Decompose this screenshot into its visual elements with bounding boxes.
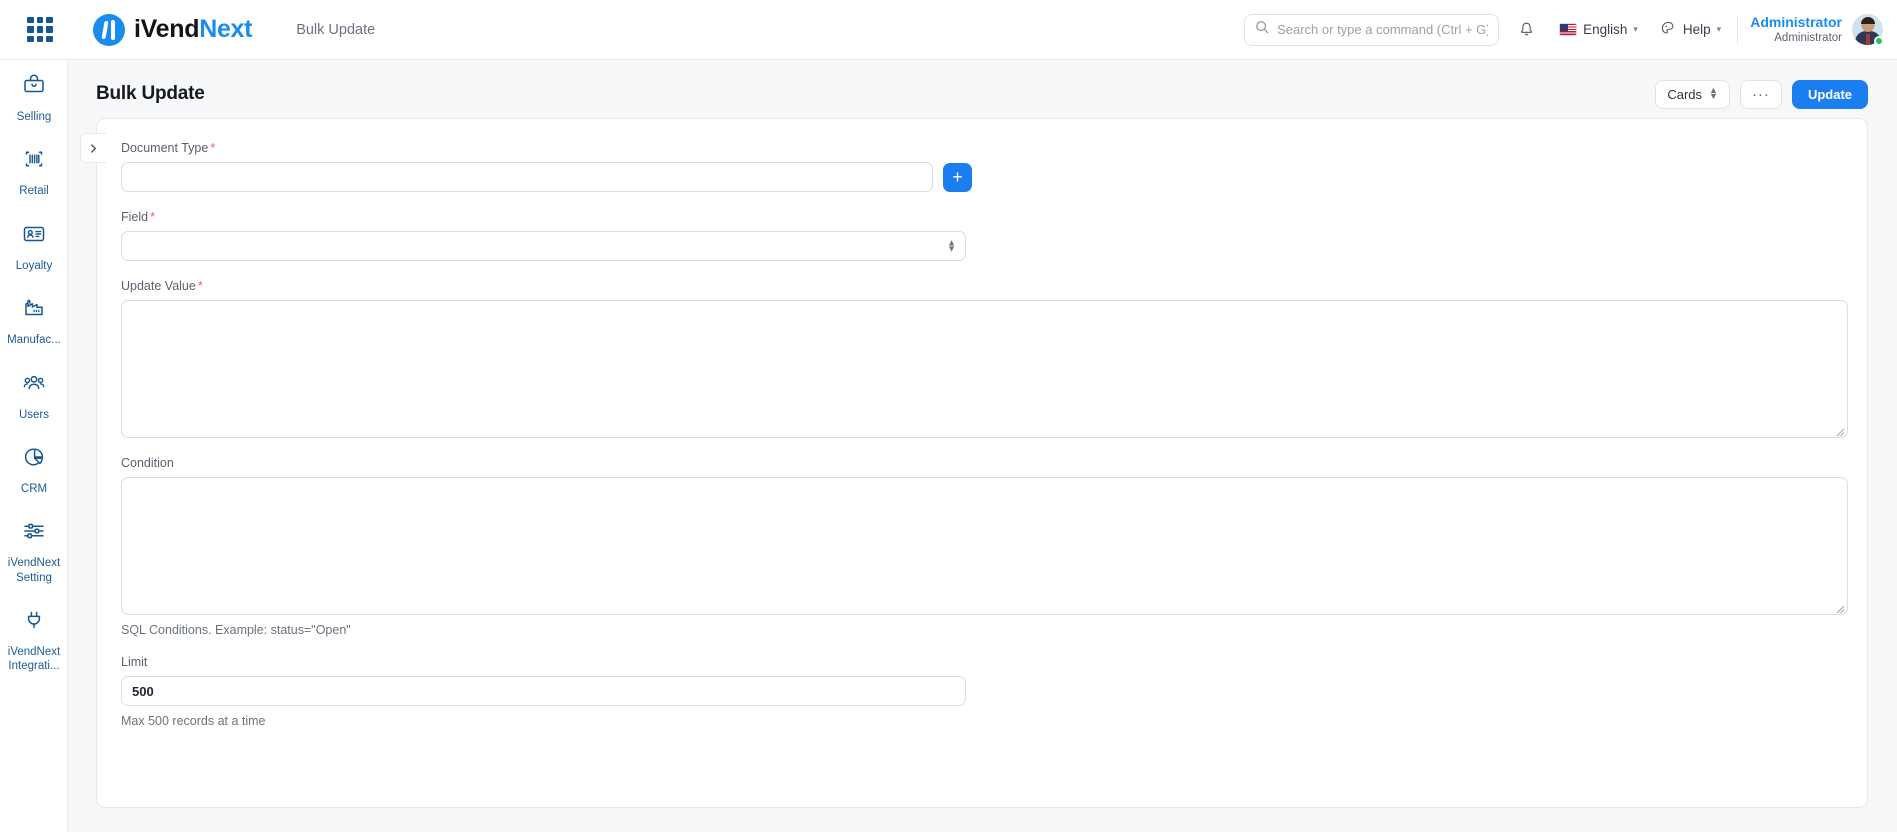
view-mode-button[interactable]: Cards ▲▼ bbox=[1655, 80, 1730, 109]
navbar-divider bbox=[1737, 16, 1738, 44]
more-menu-button[interactable]: ··· bbox=[1740, 80, 1782, 109]
top-navbar: iVendNext Bulk Update English bbox=[0, 0, 1897, 60]
update-value-field-group: Update Value* bbox=[121, 279, 1843, 438]
search-input[interactable] bbox=[1277, 22, 1488, 37]
page-actions: Cards ▲▼ ··· Update bbox=[1655, 80, 1868, 109]
sidebar-item-selling[interactable]: Selling bbox=[0, 60, 68, 134]
limit-field-group: Limit Max 500 records at a time bbox=[121, 655, 1843, 728]
language-selector[interactable]: English ▾ bbox=[1553, 17, 1644, 42]
chevron-down-icon: ▾ bbox=[1717, 24, 1722, 35]
id-card-icon bbox=[21, 221, 47, 252]
sidebar-item-users[interactable]: Users bbox=[0, 358, 68, 432]
add-document-type-button[interactable]: + bbox=[943, 163, 972, 192]
field-field-group: Field* ▲▼ bbox=[121, 210, 1843, 261]
document-type-field-group: Document Type* + bbox=[121, 141, 1843, 192]
stepper-icon: ▲▼ bbox=[1709, 88, 1718, 99]
document-type-input[interactable] bbox=[121, 162, 933, 192]
avatar[interactable] bbox=[1852, 14, 1883, 45]
sidebar-item-manufacturing[interactable]: Manufac... bbox=[0, 283, 68, 357]
sidebar-item-label: iVendNext Integrati... bbox=[8, 645, 60, 674]
search-box[interactable] bbox=[1244, 14, 1499, 46]
required-marker: * bbox=[198, 279, 203, 293]
barcode-icon bbox=[21, 146, 47, 177]
users-group-icon bbox=[21, 370, 47, 401]
plug-icon bbox=[21, 607, 47, 638]
brand-text-part2: Next bbox=[199, 15, 252, 43]
us-flag-icon bbox=[1559, 23, 1577, 36]
left-sidebar: Selling Retail bbox=[0, 60, 68, 832]
condition-wrapper bbox=[121, 477, 1848, 615]
page-title: Bulk Update bbox=[96, 83, 205, 105]
user-names: Administrator Administrator bbox=[1750, 14, 1842, 46]
field-select[interactable] bbox=[121, 231, 966, 261]
page-header: Bulk Update Cards ▲▼ ··· Update bbox=[68, 70, 1897, 118]
ivendnext-logo-icon bbox=[93, 14, 125, 46]
sidebar-item-label: iVendNext Setting bbox=[8, 556, 60, 585]
chevron-right-icon bbox=[88, 143, 99, 154]
field-label-text: Field bbox=[121, 210, 148, 224]
update-value-wrapper bbox=[121, 300, 1848, 438]
update-value-textarea[interactable] bbox=[121, 300, 1848, 438]
condition-hint: SQL Conditions. Example: status="Open" bbox=[121, 623, 1843, 637]
user-role: Administrator bbox=[1750, 31, 1842, 45]
required-marker: * bbox=[150, 210, 155, 224]
sidebar-item-label: Selling bbox=[17, 110, 52, 124]
sidebar-item-ivendnext-setting[interactable]: iVendNext Setting bbox=[0, 506, 68, 595]
limit-label: Limit bbox=[121, 655, 1843, 669]
document-type-row: + bbox=[121, 162, 1843, 192]
brand-text: iVendNext bbox=[134, 15, 252, 44]
sidebar-collapse-toggle[interactable] bbox=[80, 133, 106, 163]
brand-text-part1: iVend bbox=[134, 15, 199, 43]
bell-icon[interactable] bbox=[1509, 13, 1543, 47]
field-label: Field* bbox=[121, 210, 1843, 224]
condition-textarea[interactable] bbox=[121, 477, 1848, 615]
sidebar-item-crm[interactable]: CRM bbox=[0, 432, 68, 506]
condition-field-group: Condition SQL Conditions. Example: statu… bbox=[121, 456, 1843, 637]
shopping-bag-icon bbox=[21, 72, 47, 103]
update-value-label-text: Update Value bbox=[121, 279, 196, 293]
form-card-wrapper: Document Type* + Field* ▲▼ bbox=[68, 118, 1897, 808]
user-menu[interactable]: Administrator Administrator bbox=[1750, 14, 1883, 46]
sidebar-item-retail[interactable]: Retail bbox=[0, 134, 68, 208]
sidebar-item-label: Manufac... bbox=[7, 333, 61, 347]
chevron-down-icon: ▾ bbox=[1633, 24, 1638, 35]
condition-label: Condition bbox=[121, 456, 1843, 470]
help-palette-icon bbox=[1660, 20, 1677, 40]
sidebar-item-loyalty[interactable]: Loyalty bbox=[0, 209, 68, 283]
limit-input[interactable] bbox=[121, 676, 966, 706]
sidebar-item-label: Retail bbox=[19, 184, 48, 198]
main-content: Bulk Update Cards ▲▼ ··· Update bbox=[68, 60, 1897, 832]
help-label: Help bbox=[1683, 22, 1711, 37]
sliders-icon bbox=[21, 518, 47, 549]
apps-grid-icon[interactable] bbox=[23, 13, 57, 47]
navbar-right-group: English ▾ Help ▾ Administrator Administr… bbox=[1244, 0, 1897, 59]
view-mode-label: Cards bbox=[1667, 87, 1702, 102]
update-value-label: Update Value* bbox=[121, 279, 1843, 293]
brand-logo[interactable]: iVendNext bbox=[93, 14, 252, 46]
help-menu[interactable]: Help ▾ bbox=[1654, 15, 1727, 45]
navbar-document-title[interactable]: Bulk Update bbox=[296, 22, 375, 38]
user-name: Administrator bbox=[1750, 14, 1842, 32]
search-icon bbox=[1255, 20, 1269, 39]
pie-chart-icon bbox=[21, 444, 47, 475]
sidebar-item-ivendnext-integration[interactable]: iVendNext Integrati... bbox=[0, 595, 68, 684]
factory-icon bbox=[21, 295, 47, 326]
update-button[interactable]: Update bbox=[1792, 80, 1868, 109]
limit-hint: Max 500 records at a time bbox=[121, 714, 1843, 728]
required-marker: * bbox=[210, 141, 215, 155]
sidebar-item-label: Loyalty bbox=[16, 259, 52, 273]
form-card: Document Type* + Field* ▲▼ bbox=[96, 118, 1868, 808]
document-type-label-text: Document Type bbox=[121, 141, 208, 155]
sidebar-item-label: Users bbox=[19, 408, 49, 422]
status-badge bbox=[1874, 36, 1884, 46]
language-label: English bbox=[1583, 22, 1627, 37]
sidebar-item-label: CRM bbox=[21, 482, 47, 496]
field-select-wrapper: ▲▼ bbox=[121, 231, 966, 261]
document-type-label: Document Type* bbox=[121, 141, 1843, 155]
